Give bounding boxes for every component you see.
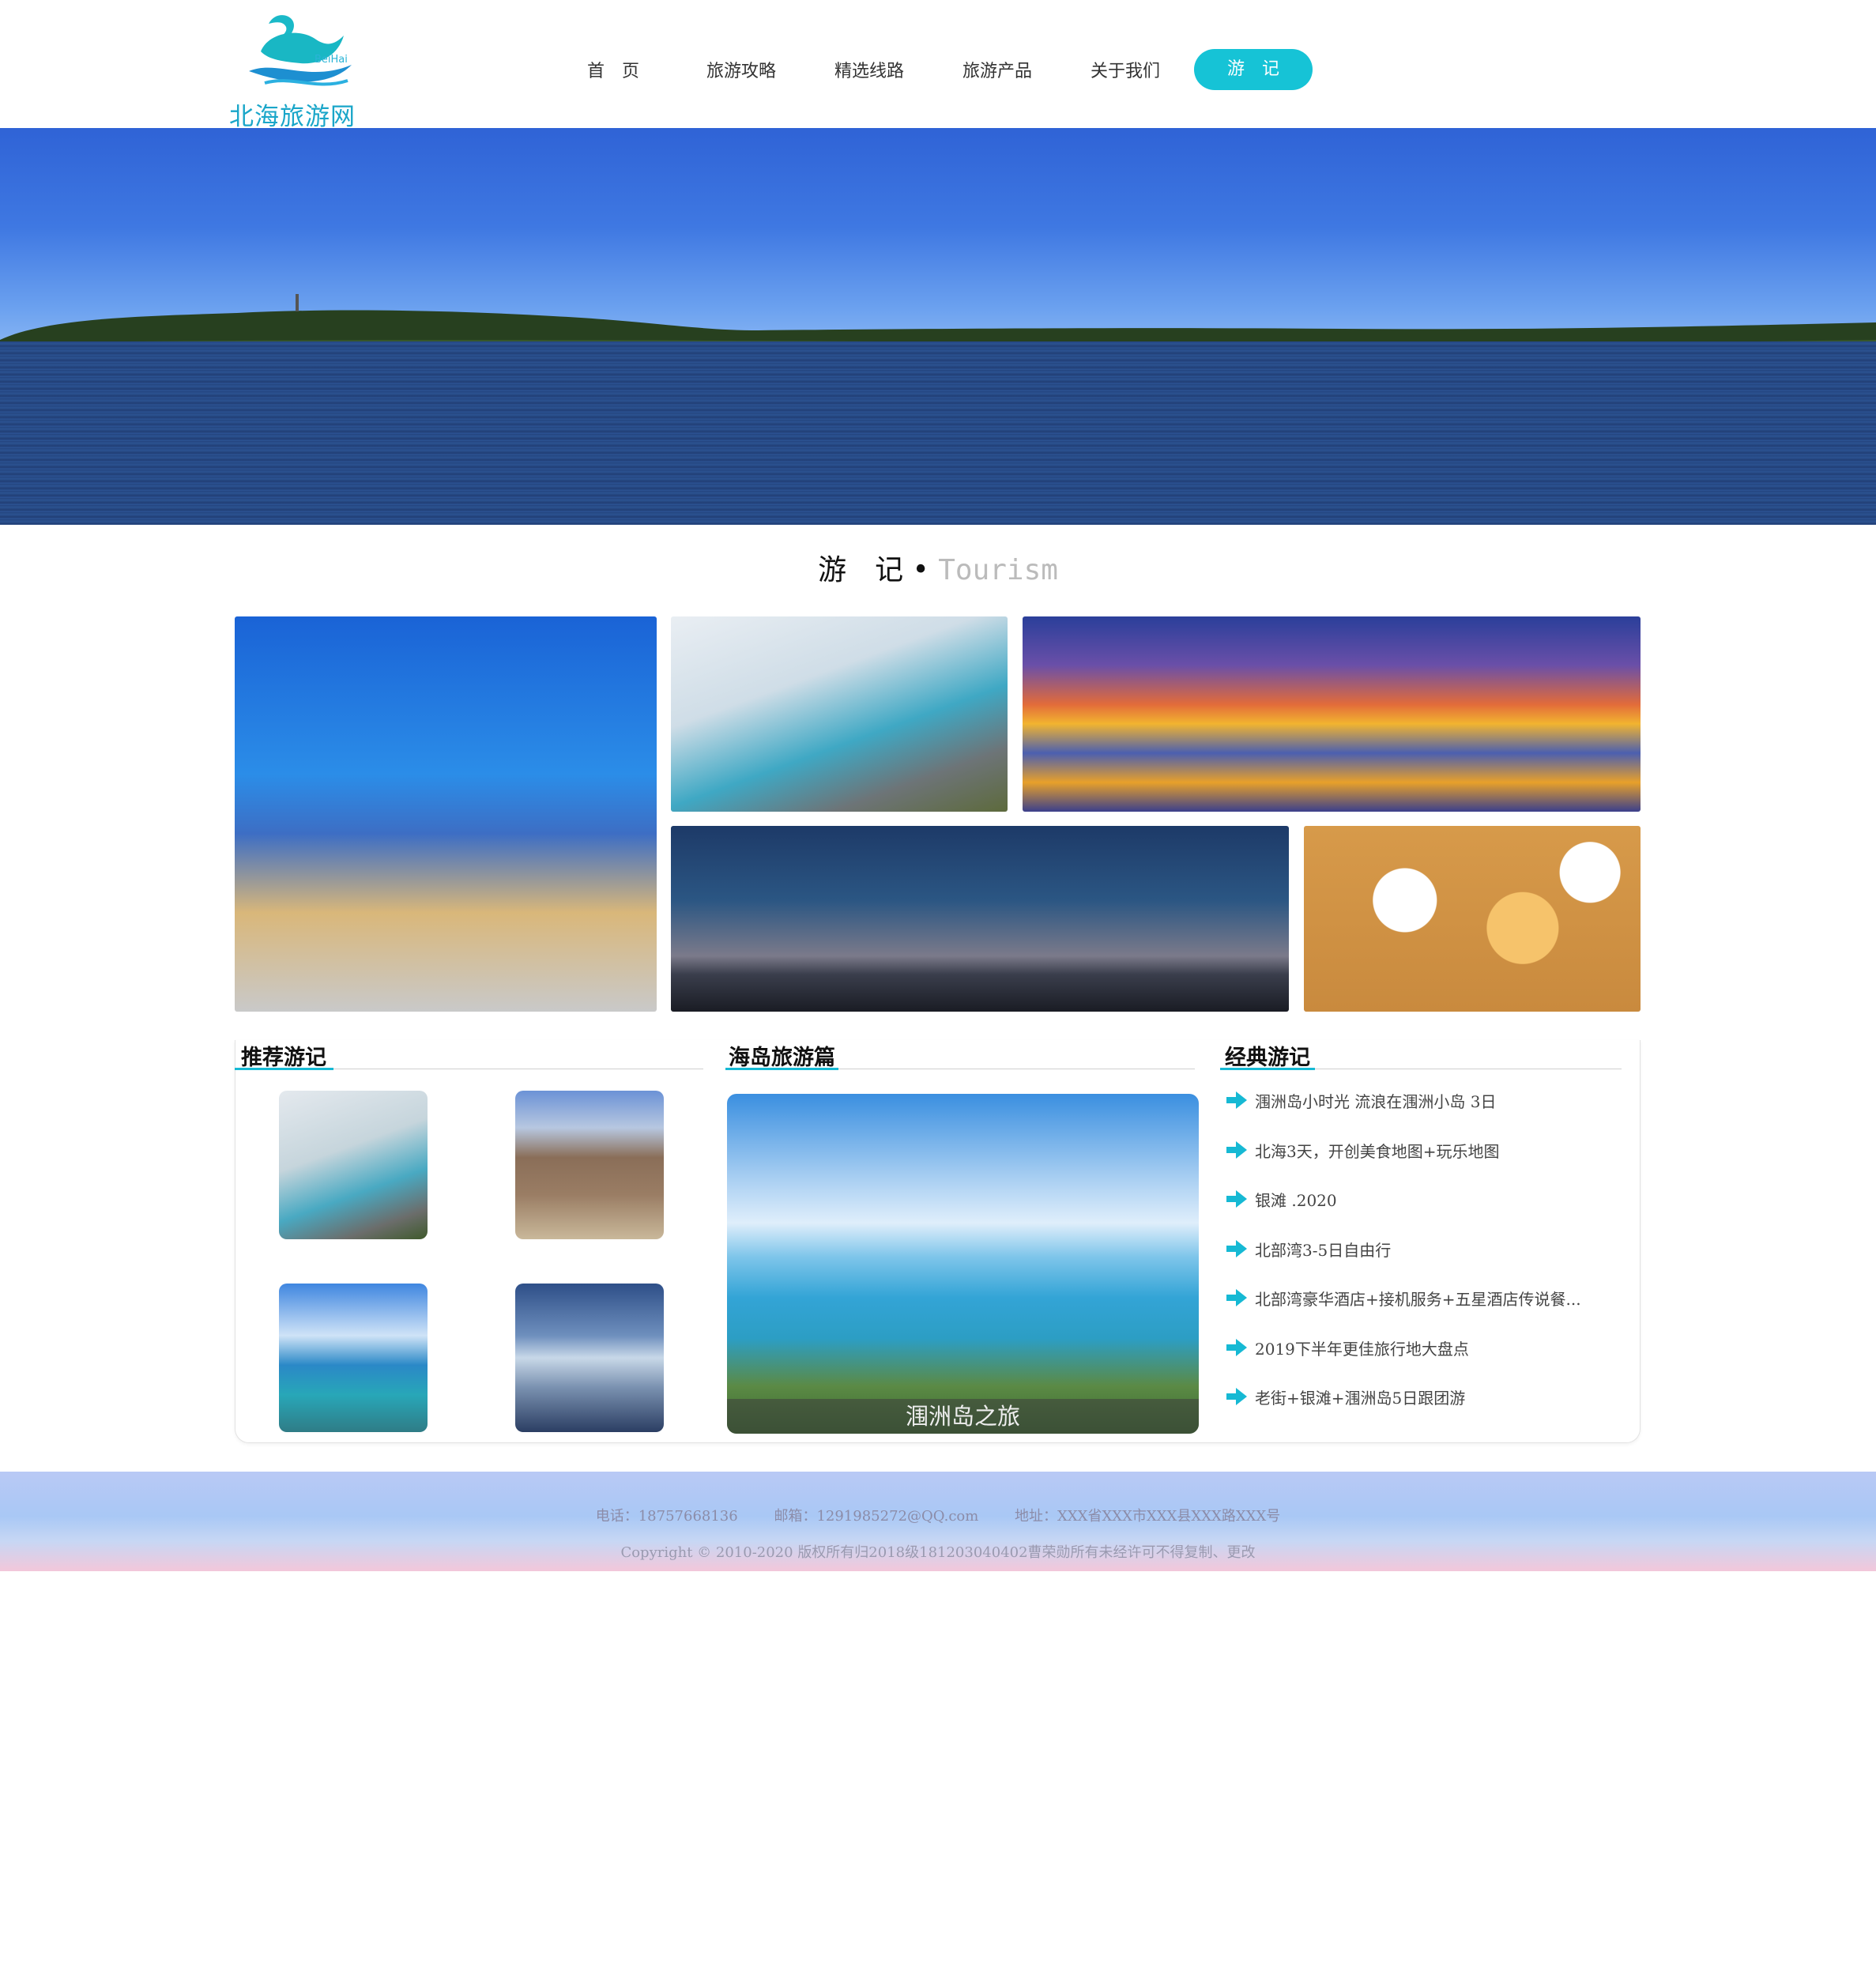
gallery-photo-pool-terrace[interactable]: [671, 616, 1008, 812]
nav-travelogue[interactable]: 游 记: [1194, 49, 1313, 90]
nav-about[interactable]: 关于我们: [1061, 57, 1189, 82]
recommend-thumb[interactable]: [515, 1091, 664, 1239]
footer-address: 地址：XXX省XXX市XXX县XXX路XXX号: [1015, 1508, 1281, 1525]
list-item[interactable]: 2019下半年更佳旅行地大盘点: [1225, 1333, 1469, 1362]
nav-guides[interactable]: 旅游攻略: [677, 57, 805, 82]
arrow-right-icon: [1226, 1091, 1247, 1109]
arrow-right-icon: [1226, 1240, 1247, 1257]
list-item-label: 银滩 .2020: [1255, 1190, 1337, 1210]
list-item-label: 北部湾3-5日自由行: [1255, 1240, 1392, 1260]
recommend-thumb[interactable]: [279, 1091, 428, 1239]
brand-name: 北海旅游网: [229, 103, 356, 131]
main-nav: 首 页 旅游攻略 精选线路 旅游产品 关于我们 游 记: [549, 49, 1313, 90]
list-item[interactable]: 北海3天，开创美食地图+玩乐地图: [1225, 1136, 1499, 1164]
recommend-title: 推荐游记: [241, 1046, 326, 1070]
arrow-right-icon: [1226, 1141, 1247, 1159]
recommend-thumb[interactable]: [515, 1284, 664, 1432]
gallery-photo-sunset-beach[interactable]: [1023, 616, 1641, 812]
site-logo[interactable]: BeiHai 北海旅游网: [229, 8, 371, 131]
hero-banner-image: [0, 128, 1876, 525]
arrow-right-icon: [1226, 1190, 1247, 1208]
section-subtitle: Tourism: [938, 554, 1058, 586]
section-title-dot: •: [912, 554, 929, 586]
site-header: BeiHai 北海旅游网 首 页 旅游攻略 精选线路 旅游产品 关于我们 游 记: [0, 0, 1876, 131]
gallery-photo-dusk-coast[interactable]: [671, 826, 1289, 1012]
nav-home[interactable]: 首 页: [549, 57, 677, 82]
gallery-photo-dessert-bowls[interactable]: [1304, 826, 1641, 1012]
arrow-right-icon: [1226, 1289, 1247, 1306]
island-caption: 涠洲岛之旅: [727, 1399, 1199, 1434]
bird-logo-icon: [249, 15, 352, 86]
site-footer: 电话：18757668136 邮箱：1291985272@QQ.com 地址：X…: [0, 1472, 1876, 1571]
list-item[interactable]: 银滩 .2020: [1225, 1185, 1337, 1213]
list-item-label: 2019下半年更佳旅行地大盘点: [1255, 1339, 1469, 1359]
list-item-label: 北部湾豪华酒店+接机服务+五星酒店传说餐...: [1255, 1289, 1581, 1309]
nav-routes[interactable]: 精选线路: [805, 57, 933, 82]
nav-products[interactable]: 旅游产品: [933, 57, 1061, 82]
footer-phone: 电话：18757668136: [595, 1508, 738, 1525]
list-item-label: 老街+银滩+涠洲岛5日跟团游: [1255, 1388, 1466, 1408]
arrow-right-icon: [1226, 1339, 1247, 1356]
island-title: 海岛旅游篇: [729, 1046, 835, 1070]
sea-water: [0, 341, 1876, 525]
arrow-right-icon: [1226, 1388, 1247, 1405]
footer-contact: 电话：18757668136 邮箱：1291985272@QQ.com 地址：X…: [0, 1505, 1876, 1525]
footer-copyright: Copyright © 2010-2020 版权所有归2018级18120304…: [620, 1544, 1256, 1561]
list-item-label: 涠洲岛小时光 流浪在涠洲小岛 3日: [1255, 1091, 1497, 1111]
list-item[interactable]: 涠洲岛小时光 流浪在涠洲小岛 3日: [1225, 1086, 1496, 1114]
section-title-text: 游 记: [818, 554, 904, 586]
gallery-photo-castle-hotel[interactable]: [235, 616, 657, 1012]
brand-en: BeiHai: [315, 54, 348, 66]
list-item-label: 北海3天，开创美食地图+玩乐地图: [1255, 1141, 1500, 1161]
classic-title: 经典游记: [1225, 1046, 1310, 1070]
island-feature-image[interactable]: 涠洲岛之旅: [727, 1094, 1199, 1434]
section-title: 游 记 • Tourism: [0, 547, 1876, 588]
footer-email: 邮箱：1291985272@QQ.com: [774, 1508, 979, 1525]
list-item[interactable]: 北部湾3-5日自由行: [1225, 1235, 1391, 1263]
list-item[interactable]: 老街+银滩+涠洲岛5日跟团游: [1225, 1382, 1465, 1411]
recommend-thumb[interactable]: [279, 1284, 428, 1432]
list-item[interactable]: 北部湾豪华酒店+接机服务+五星酒店传说餐...: [1225, 1284, 1581, 1312]
